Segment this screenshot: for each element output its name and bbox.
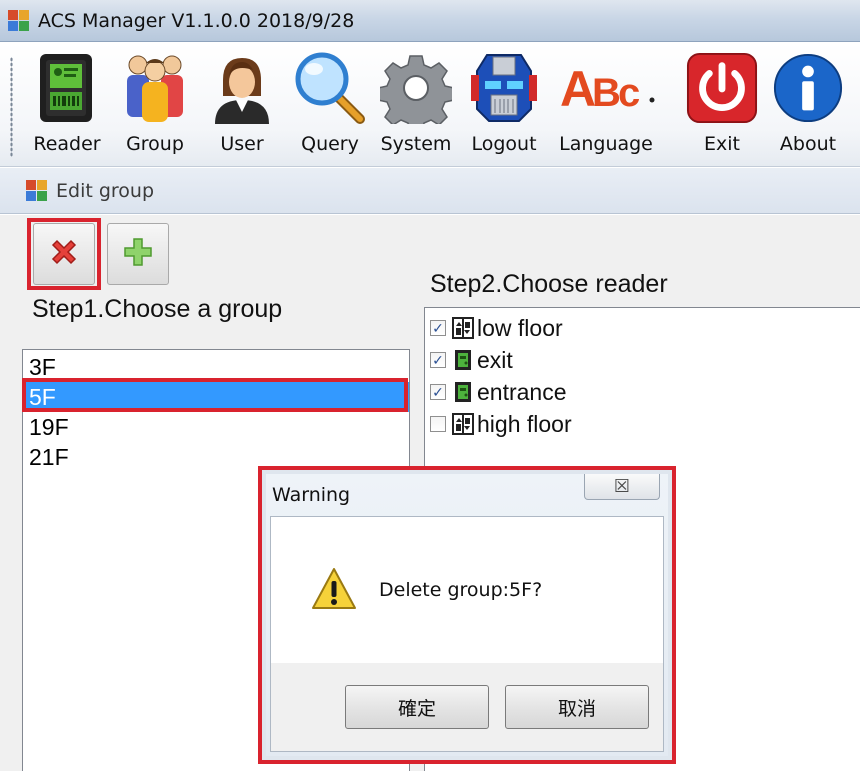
abc-language-icon: A B c [554, 51, 658, 125]
edit-group-header: Edit group [0, 168, 860, 214]
elevator-icon [452, 317, 474, 339]
delete-group-button[interactable] [33, 223, 95, 285]
reader-device-icon [31, 51, 103, 125]
group-people-icon [119, 51, 191, 125]
form-icon [26, 179, 48, 202]
toolbar-logout-button[interactable]: Logout [466, 51, 542, 163]
dialog-button-area: 確定 取消 [271, 663, 663, 751]
dialog-title: Warning [272, 484, 351, 506]
reader-checkbox[interactable]: ✓ [430, 320, 446, 336]
magnifier-icon [294, 51, 366, 125]
toolbar-query-label: Query [301, 133, 359, 155]
door-icon [452, 381, 474, 403]
dialog-highlight: Warning ☒ Delete group:5F? 確定 取消 [258, 466, 676, 764]
dialog-close-button[interactable]: ☒ [584, 474, 660, 500]
reader-checkbox[interactable] [430, 416, 446, 432]
main-toolbar: Reader Group User Query System Logout A … [0, 43, 860, 167]
reader-item[interactable]: ✓ low floor [425, 312, 563, 344]
reader-label: exit [477, 346, 513, 373]
toolbar-language-label: Language [559, 133, 653, 155]
add-group-button[interactable] [107, 223, 169, 285]
toolbar-exit-button[interactable]: Exit [684, 51, 760, 163]
toolbar-reader-label: Reader [33, 133, 101, 155]
toolbar-about-label: About [779, 133, 837, 155]
list-item-group[interactable]: 19F [23, 412, 409, 442]
toolbar-system-button[interactable]: System [378, 51, 454, 163]
red-x-icon [47, 235, 81, 274]
toolbar-about-button[interactable]: About [770, 51, 846, 163]
user-icon [206, 51, 278, 125]
toolbar-exit-label: Exit [704, 133, 740, 155]
reader-label: entrance [477, 378, 567, 405]
dialog-message: Delete group:5F? [379, 579, 543, 601]
gear-icon [380, 51, 452, 125]
dialog-message-area: Delete group:5F? [271, 517, 663, 663]
toolbar-user-label: User [220, 133, 264, 155]
toolbar-query-button[interactable]: Query [290, 51, 370, 163]
info-icon [772, 51, 844, 125]
title-bar: ACS Manager V1.1.0.0 2018/9/28 [0, 0, 860, 42]
svg-text:B: B [592, 71, 621, 115]
close-icon: ☒ [613, 476, 631, 496]
list-item-group[interactable]: 3F [23, 352, 409, 382]
window-title: ACS Manager V1.1.0.0 2018/9/28 [38, 9, 355, 32]
toolbar-group-button[interactable]: Group [117, 51, 193, 163]
door-icon [452, 349, 474, 371]
robot-head-icon [468, 51, 540, 125]
dialog-body: Delete group:5F? 確定 取消 [270, 516, 664, 752]
toolbar-reader-button[interactable]: Reader [29, 51, 105, 163]
elevator-icon [452, 413, 474, 435]
toolbar-group-label: Group [126, 133, 184, 155]
ok-button[interactable]: 確定 [345, 685, 489, 729]
step1-label: Step1.Choose a group [32, 295, 283, 323]
svg-text:c: c [618, 71, 640, 115]
power-icon [686, 51, 758, 125]
app-icon [8, 9, 30, 32]
toolbar-grip[interactable] [10, 57, 13, 157]
toolbar-language-button[interactable]: A B c Language [554, 51, 658, 163]
form-title: Edit group [56, 179, 155, 202]
toolbar-user-button[interactable]: User [204, 51, 280, 163]
reader-item[interactable]: high floor [425, 408, 572, 440]
step2-label: Step2.Choose reader [430, 270, 668, 298]
reader-checkbox[interactable]: ✓ [430, 384, 446, 400]
reader-item[interactable]: ✓ entrance [425, 376, 567, 408]
reader-label: high floor [477, 410, 572, 437]
reader-checkbox[interactable]: ✓ [430, 352, 446, 368]
toolbar-logout-label: Logout [471, 133, 537, 155]
warning-icon [311, 567, 357, 611]
cancel-button[interactable]: 取消 [505, 685, 649, 729]
toolbar-system-label: System [380, 133, 452, 155]
reader-item[interactable]: ✓ exit [425, 344, 513, 376]
warning-dialog: Warning ☒ Delete group:5F? 確定 取消 [266, 474, 668, 756]
green-plus-icon [121, 235, 155, 274]
reader-label: low floor [477, 314, 563, 341]
list-item-group-selected[interactable]: 5F [23, 382, 409, 412]
svg-text:A: A [560, 61, 596, 117]
